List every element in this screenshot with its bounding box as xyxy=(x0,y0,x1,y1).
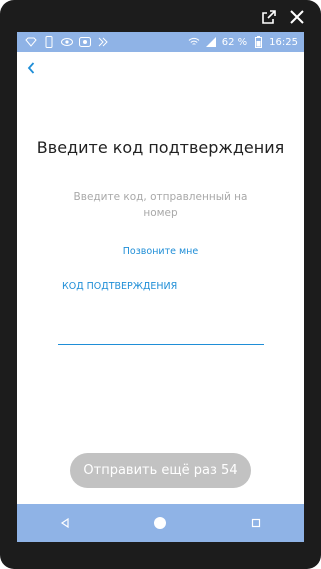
external-link-icon[interactable] xyxy=(259,7,279,27)
status-left xyxy=(17,36,109,48)
battery-icon xyxy=(252,36,264,48)
phone-screen: 62 % 16:25 Введите код подтверждения Вве… xyxy=(17,32,304,542)
status-right: 62 % 16:25 xyxy=(188,36,304,48)
call-me-link[interactable]: Позвоните мне xyxy=(17,246,304,257)
home-nav-icon[interactable] xyxy=(148,511,172,535)
close-icon[interactable] xyxy=(287,7,307,27)
code-input[interactable] xyxy=(58,322,264,345)
page-subtitle: Введите код, отправленный на номер xyxy=(73,191,248,219)
recents-nav-icon[interactable] xyxy=(244,511,268,535)
phone-frame: 62 % 16:25 Введите код подтверждения Вве… xyxy=(0,0,321,569)
diamond-icon xyxy=(25,36,37,48)
screen-record-icon xyxy=(79,36,91,48)
status-time: 16:25 xyxy=(269,36,298,48)
status-bar: 62 % 16:25 xyxy=(17,32,304,52)
back-nav-icon[interactable] xyxy=(53,511,77,535)
code-field-label: КОД ПОДТВЕРЖДЕНИЯ xyxy=(62,281,178,292)
nav-bar xyxy=(17,504,304,542)
phone-icon xyxy=(43,36,55,48)
back-button[interactable] xyxy=(23,60,39,76)
eye-icon xyxy=(61,36,73,48)
battery-text: 62 % xyxy=(221,36,248,48)
chevron-left-icon xyxy=(27,62,35,74)
page-title: Введите код подтверждения xyxy=(36,138,285,157)
wifi-icon xyxy=(188,36,200,48)
bolt-icon xyxy=(97,36,109,48)
frame-controls xyxy=(259,6,307,28)
signal-icon xyxy=(205,36,217,48)
resend-button[interactable]: Отправить ещё раз 54 xyxy=(70,453,251,488)
